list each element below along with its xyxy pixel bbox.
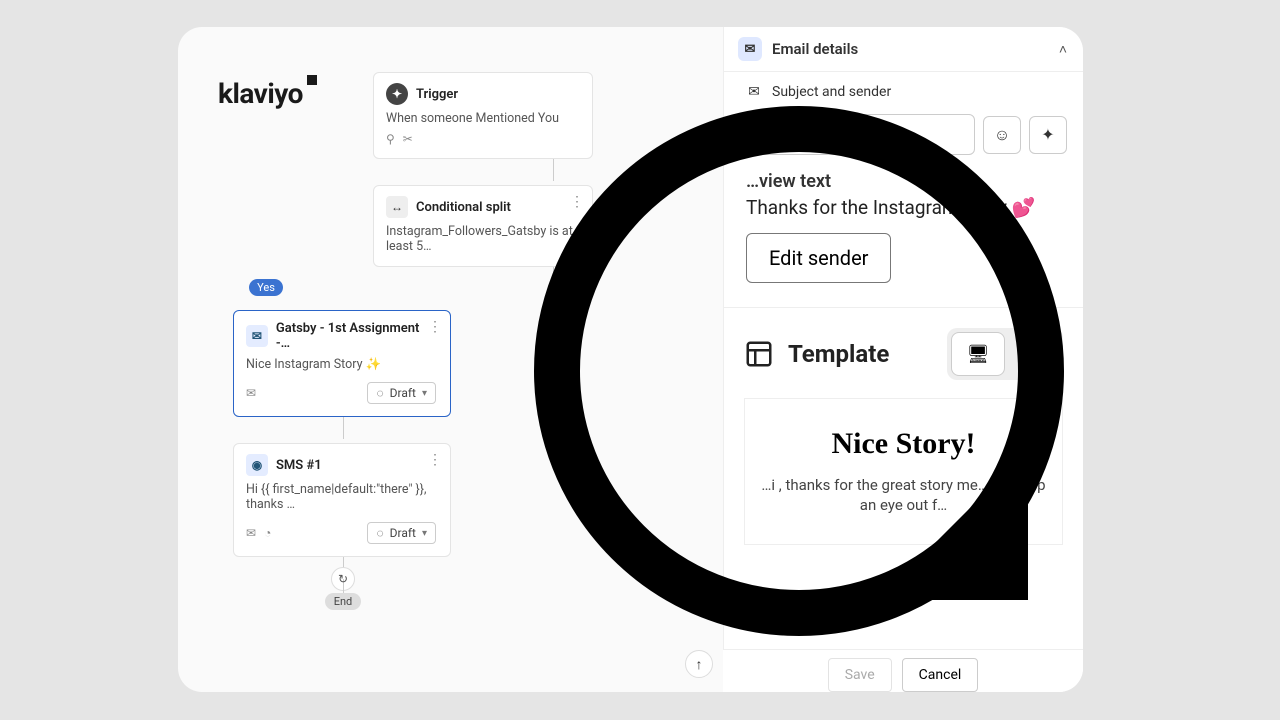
subject-section-row: ✉ Subject and sender (724, 72, 1083, 108)
panel-footer: Save Cancel (723, 649, 1083, 692)
node-menu-icon[interactable]: ⋮ (428, 319, 442, 335)
sparkle-icon: ✦ (1041, 125, 1054, 144)
email-icon: ✉ (246, 325, 268, 347)
profile-filter-icon: ✂ (403, 132, 413, 146)
sms-icon: ◉ (246, 454, 268, 476)
chevron-down-icon: ▾ (422, 388, 427, 399)
status-label: Draft (390, 526, 416, 540)
edit-sender-button[interactable]: Edit sender (746, 233, 891, 283)
template-icon (744, 339, 774, 369)
filter-icon: ⚲ (386, 132, 395, 146)
chevron-up-icon[interactable]: ˄ (1059, 41, 1067, 58)
email-node-title: Gatsby - 1st Assignment -… (276, 321, 436, 351)
chevron-down-icon: ▾ (422, 528, 427, 539)
status-label: Draft (390, 386, 416, 400)
flow-canvas: ✦ Trigger When someone Mentioned You ⚲ ✂… (373, 72, 733, 610)
email-badge-icon: ✉ (738, 37, 762, 61)
preview-icon: ✉ (246, 526, 256, 540)
subject-section-label: Subject and sender (772, 84, 891, 100)
preview-text-value: Thanks for the Instagram Story 💕 (724, 194, 1083, 233)
clock-icon: ◔ (264, 526, 271, 540)
ai-button[interactable]: ✦ (1029, 116, 1067, 154)
node-menu-icon[interactable]: ⋮ (428, 452, 442, 468)
template-preview-body: …i , thanks for the great story me… …d k… (757, 475, 1050, 516)
end-pill: End (325, 593, 361, 610)
panel-header[interactable]: ✉ Email details ˄ (724, 27, 1083, 72)
node-menu-icon[interactable]: ⋮ (570, 194, 584, 210)
dot-icon: ◌ (376, 386, 383, 400)
cancel-button[interactable]: Cancel (902, 658, 979, 692)
device-toggle: 🖥 📱 (947, 328, 1063, 380)
email-details-panel: ✉ Email details ˄ ✉ Subject and sender ☺… (723, 27, 1083, 692)
arrow-up-icon: ↑ (696, 656, 703, 673)
subject-input[interactable] (746, 114, 975, 155)
save-button[interactable]: Save (828, 658, 892, 692)
trigger-title: Trigger (416, 87, 458, 102)
split-desc: Instagram_Followers_Gatsby is at least 5… (386, 224, 578, 254)
dot-icon: ◌ (376, 526, 383, 540)
status-dropdown[interactable]: ◌ Draft ▾ (367, 522, 436, 544)
bolt-icon: ✦ (386, 83, 408, 105)
panel-title: Email details (772, 40, 858, 58)
template-preview-title: Nice Story! (757, 427, 1050, 461)
trigger-desc: When someone Mentioned You (386, 111, 578, 126)
smile-icon: ☺ (994, 125, 1010, 145)
sms-node-body: Hi {{ first_name|default:"there" }}, tha… (246, 482, 436, 512)
scroll-top-button[interactable]: ↑ (685, 650, 713, 678)
email-node-subject: Nice Instagram Story ✨ (246, 357, 436, 372)
preview-text-label: …view text (724, 159, 1083, 194)
envelope-icon: ✉ (746, 84, 762, 100)
sms-node[interactable]: ⋮ ◉ SMS #1 Hi {{ first_name|default:"the… (233, 443, 451, 557)
split-icon: ↔ (386, 196, 408, 218)
desktop-icon: 🖥 (967, 344, 990, 365)
brand-logo: klaviyo (218, 77, 303, 110)
branch-yes-pill: Yes (249, 279, 283, 296)
template-preview[interactable]: Nice Story! …i , thanks for the great st… (744, 398, 1063, 545)
status-dropdown[interactable]: ◌ Draft ▾ (367, 382, 436, 404)
desktop-toggle[interactable]: 🖥 (951, 332, 1005, 376)
preview-icon: ✉ (246, 386, 256, 400)
app-frame: klaviyo ✦ Trigger When someone Mentioned… (178, 27, 1083, 692)
template-label: Template (788, 340, 889, 368)
emoji-button[interactable]: ☺ (983, 116, 1021, 154)
conditional-split-node[interactable]: ⋮ ↔ Conditional split Instagram_Follower… (373, 185, 593, 267)
split-title: Conditional split (416, 200, 511, 215)
email-node[interactable]: ⋮ ✉ Gatsby - 1st Assignment -… Nice Inst… (233, 310, 451, 417)
mobile-toggle[interactable]: 📱 (1005, 332, 1059, 376)
mobile-icon: 📱 (1021, 344, 1043, 365)
trigger-node[interactable]: ✦ Trigger When someone Mentioned You ⚲ ✂ (373, 72, 593, 159)
sms-node-title: SMS #1 (276, 458, 322, 473)
